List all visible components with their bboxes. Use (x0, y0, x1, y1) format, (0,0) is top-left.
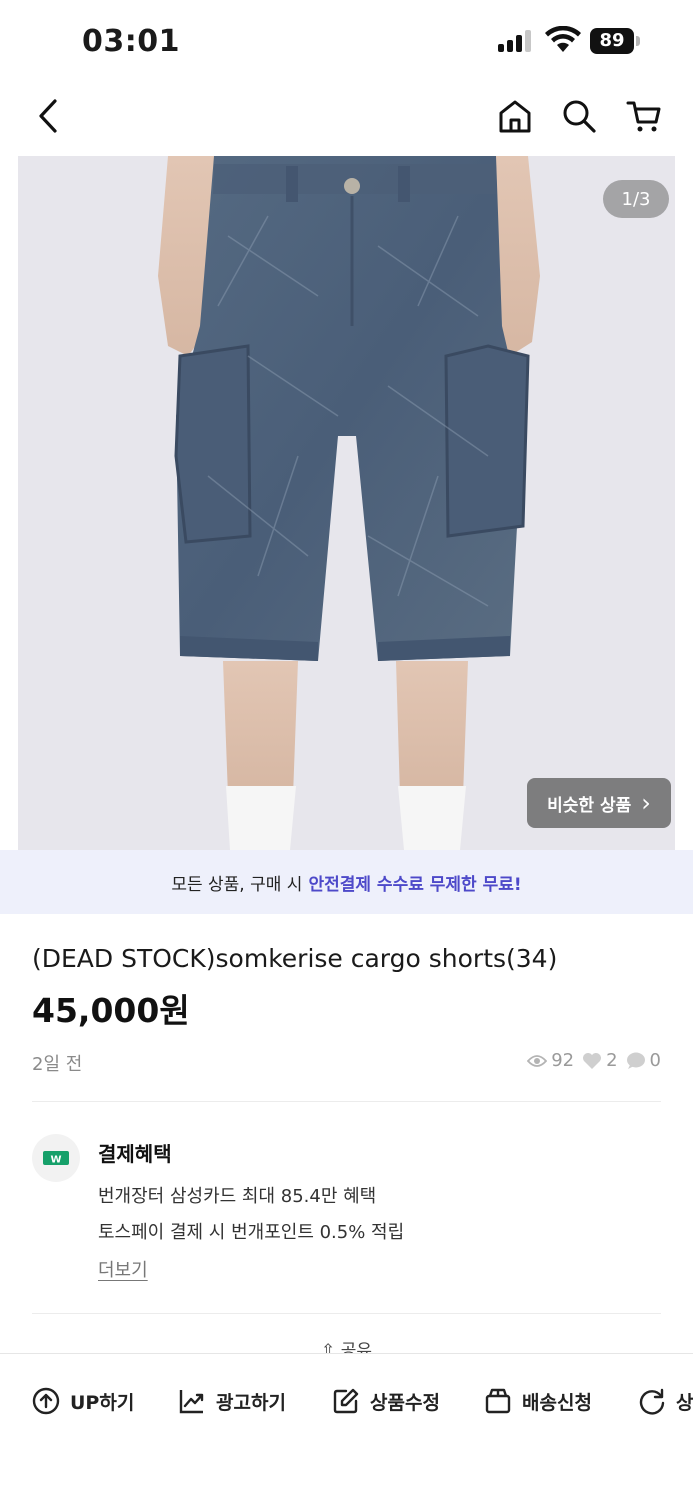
heart-icon (583, 1052, 602, 1069)
comment-count: 0 (626, 1050, 661, 1071)
payment-benefit-icon: W (32, 1134, 80, 1182)
product-image[interactable]: 1/3 비슷한 상품 › (18, 156, 675, 850)
arrow-up-circle-icon (32, 1387, 60, 1415)
box-icon (485, 1388, 511, 1414)
status-bar: 03:01 89 (0, 0, 693, 80)
ad-label: 광고하기 (216, 1391, 286, 1414)
section-divider (32, 1313, 661, 1314)
top-navigation (0, 80, 693, 156)
product-stats: 92 2 0 (527, 1050, 661, 1071)
edit-icon (333, 1388, 359, 1414)
refresh-label: 상 (676, 1391, 693, 1414)
ad-button[interactable]: 광고하기 (178, 1384, 286, 1418)
wifi-icon (545, 26, 581, 52)
image-counter: 1/3 (603, 180, 669, 218)
benefit-line-toss: 토스페이 결제 시 번개포인트 0.5% 적립 (98, 1222, 405, 1243)
chat-bubble-icon (626, 1052, 645, 1069)
similar-products-label: 비슷한 상품 (547, 795, 632, 816)
delivery-label: 배송신청 (522, 1391, 592, 1414)
more-link[interactable]: 더보기 (98, 1256, 148, 1282)
benefit-heading: 결제혜택 (98, 1142, 172, 1166)
like-count-value: 2 (606, 1050, 618, 1071)
search-icon (563, 100, 596, 133)
edit-label: 상품수정 (370, 1391, 440, 1414)
banner-accent: 안전결제 수수료 무제한 무료! (308, 874, 522, 895)
benefit-line-samsung: 번개장터 삼성카드 최대 85.4만 혜택 (98, 1186, 377, 1207)
comment-count-value: 0 (649, 1050, 661, 1071)
up-label: UP하기 (70, 1391, 135, 1414)
banner-prefix: 모든 상품, 구매 시 (171, 874, 303, 895)
trending-up-icon (179, 1390, 204, 1414)
home-icon (499, 100, 531, 133)
chevron-right-icon: › (641, 789, 651, 817)
edit-product-button[interactable]: 상품수정 (332, 1384, 440, 1418)
like-count: 2 (582, 1050, 618, 1071)
status-time: 03:01 (82, 24, 180, 59)
battery-icon: 89 (590, 28, 640, 54)
chevron-left-icon (39, 99, 57, 133)
up-button[interactable]: UP하기 (32, 1384, 134, 1418)
delivery-button[interactable]: 배송신청 (484, 1384, 592, 1418)
view-count-value: 92 (551, 1050, 575, 1071)
won-ticket-glyph: W (50, 1155, 61, 1166)
posted-time: 2일 전 (32, 1054, 83, 1075)
eye-icon (527, 1054, 548, 1067)
safe-payment-banner[interactable]: 모든 상품, 구매 시 안전결제 수수료 무제한 무료! (0, 850, 693, 914)
product-title: (DEAD STOCK)somkerise cargo shorts(34) (32, 944, 558, 973)
cart-button[interactable] (622, 94, 666, 138)
share-button[interactable]: ⇧ 공유 (0, 1336, 693, 1354)
seller-toolbar: UP하기 광고하기 상품수정 배송신청 상 (0, 1353, 693, 1500)
view-count: 92 (527, 1050, 574, 1071)
back-button[interactable] (26, 94, 70, 138)
cart-icon (626, 101, 661, 132)
cellular-signal-icon (498, 30, 534, 52)
won-ticket-icon: W (43, 1151, 69, 1166)
product-price: 45,000원 (32, 991, 190, 1030)
home-button[interactable] (493, 94, 537, 138)
refresh-icon (639, 1388, 665, 1415)
refresh-button[interactable]: 상 (638, 1384, 693, 1418)
search-button[interactable] (557, 94, 601, 138)
denim-cargo-shorts-photo (158, 156, 540, 850)
section-divider (32, 1101, 661, 1102)
battery-level: 89 (590, 28, 634, 54)
similar-products-button[interactable]: 비슷한 상품 › (527, 778, 671, 828)
